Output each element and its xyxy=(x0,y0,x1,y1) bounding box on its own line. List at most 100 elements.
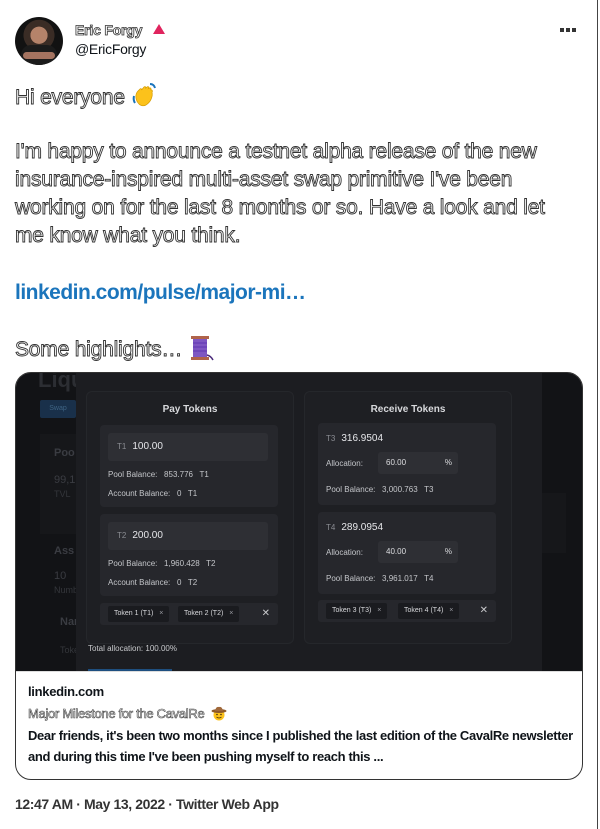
swap-modal: Pay Tokens T1 100.00 Pool Balance: 853.77… xyxy=(76,373,542,671)
link-preview-card[interactable]: Liqu Swap Poo 99,1 TVL Ass 10 Numb Nar T… xyxy=(15,372,583,780)
chip-label: Token 4 (T4) xyxy=(404,607,444,614)
token-tag: T4 xyxy=(326,523,336,532)
account-balance-value: 0 xyxy=(176,489,182,498)
receive-token-t4: T4 289.0954 Allocation: 40.00% Pool Balan… xyxy=(318,512,496,594)
pool-balance-value: 3,961.017 xyxy=(382,574,418,583)
receive-token-selector[interactable]: Token 3 (T3) × Token 4 (T4) × ✕ xyxy=(318,600,496,622)
total-allocation: Total allocation: 100.00% xyxy=(88,644,177,653)
pay-token-selector[interactable]: Token 1 (T1) × Token 2 (T2) × ✕ xyxy=(100,603,278,625)
pay-amount-input-t2[interactable]: T2 200.00 xyxy=(108,522,268,550)
account-balance-label: Account Balance: xyxy=(108,578,171,587)
allocation-input-t3[interactable]: 60.00% xyxy=(378,452,458,474)
avatar[interactable] xyxy=(15,17,63,65)
pool-balance-unit: T4 xyxy=(424,574,434,583)
pool-balance-unit: T3 xyxy=(424,485,434,494)
more-dot-icon xyxy=(572,28,576,32)
token-tag: T1 xyxy=(117,442,127,451)
clear-selection-icon[interactable]: ✕ xyxy=(480,603,488,619)
chip-label: Token 3 (T3) xyxy=(332,607,372,614)
avatar-arms xyxy=(23,52,55,59)
tweet-greeting: Hi everyone xyxy=(15,82,575,112)
red-triangle-icon xyxy=(153,24,165,34)
pay-token-t2: T2 200.00 Pool Balance: 1,960.428 T2 Acco… xyxy=(100,514,278,596)
tweet-highlights: Some highlights… xyxy=(15,334,575,364)
allocation-input-t4[interactable]: 40.00% xyxy=(378,541,458,563)
pool-balance-label: Pool Balance: xyxy=(326,485,376,494)
allocation-value: 40.00 xyxy=(386,547,407,556)
thread-spool-icon xyxy=(190,336,214,361)
card-media-screenshot: Liqu Swap Poo 99,1 TVL Ass 10 Numb Nar T… xyxy=(16,373,582,671)
more-dot-icon xyxy=(560,28,564,32)
allocation-label: Allocation: xyxy=(326,548,363,557)
account-balance-unit: T1 xyxy=(187,489,198,498)
pool-balance-value: 853.776 xyxy=(164,470,193,479)
bg-tvl-label: TVL xyxy=(54,489,71,499)
pool-balance-label: Pool Balance: xyxy=(108,559,158,568)
bg-pool-value: 99,1 xyxy=(54,474,76,486)
pool-balance-value: 1,960.428 xyxy=(164,559,200,568)
clear-selection-icon[interactable]: ✕ xyxy=(262,606,270,622)
pool-balance-row: Pool Balance: 1,960.428 T2 xyxy=(108,559,216,568)
percent-sign: % xyxy=(444,458,452,467)
chip-remove-icon[interactable]: × xyxy=(377,607,381,614)
account-balance-row: Account Balance: 0 T1 xyxy=(108,489,197,498)
pool-balance-value: 3,000.763 xyxy=(382,485,418,494)
pool-balance-label: Pool Balance: xyxy=(326,574,376,583)
pay-tokens-panel: Pay Tokens T1 100.00 Pool Balance: 853.77… xyxy=(86,391,294,644)
amount-value: 289.0954 xyxy=(341,522,384,533)
receive-tokens-title: Receive Tokens xyxy=(370,404,446,415)
receive-token-t3: T3 316.9504 Allocation: 60.00% Pool Balan… xyxy=(318,423,496,505)
card-domain: linkedin.com xyxy=(28,684,104,699)
receive-amount-t3: T3 316.9504 xyxy=(326,433,383,444)
pool-balance-row: Pool Balance: 853.776 T1 xyxy=(108,470,209,479)
account-balance-row: Account Balance: 0 T2 xyxy=(108,578,197,587)
token-chip[interactable]: Token 1 (T1) × xyxy=(108,606,170,622)
chip-remove-icon[interactable]: × xyxy=(449,607,453,614)
author-display-name[interactable]: Eric Forgy xyxy=(75,22,143,39)
pay-amount-input-t1[interactable]: T1 100.00 xyxy=(108,433,268,461)
amount-value: 100.00 xyxy=(132,441,163,452)
allocation-label: Allocation: xyxy=(326,459,363,468)
card-title: Major Milestone for the CavalRe xyxy=(28,705,227,721)
bg-assets-label: Ass xyxy=(54,545,75,557)
chip-label: Token 2 (T2) xyxy=(184,610,224,617)
tweet-link[interactable]: linkedin.com/pulse/major-mi… xyxy=(15,279,306,307)
account-balance-value: 0 xyxy=(176,578,182,587)
bg-number-label: Numb xyxy=(54,585,79,595)
token-chip[interactable]: Token 3 (T3) × xyxy=(326,603,388,619)
bg-assets-value: 10 xyxy=(54,570,67,582)
amount-value: 316.9504 xyxy=(341,433,384,444)
percent-sign: % xyxy=(444,547,452,556)
more-options-button[interactable] xyxy=(560,26,582,34)
account-balance-label: Account Balance: xyxy=(108,489,171,498)
pool-balance-row: Pool Balance: 3,000.763 T3 xyxy=(326,485,434,494)
receive-amount-t4: T4 289.0954 xyxy=(326,522,383,533)
tweet-timestamp[interactable]: 12:47 AM · May 13, 2022 · Twitter Web Ap… xyxy=(15,796,279,812)
author-handle[interactable]: @EricForgy xyxy=(75,41,146,57)
highlights-text: Some highlights… xyxy=(15,338,183,362)
token-tag: T3 xyxy=(326,434,336,443)
amount-value: 200.00 xyxy=(132,530,163,541)
chip-label: Token 1 (T1) xyxy=(114,610,154,617)
more-dot-icon xyxy=(566,28,570,32)
pool-balance-unit: T2 xyxy=(206,559,216,568)
card-meta[interactable]: linkedin.com Major Milestone for the Cav… xyxy=(16,671,582,779)
receive-tokens-panel: Receive Tokens T3 316.9504 Allocation: 60… xyxy=(304,391,512,644)
pool-balance-unit: T1 xyxy=(199,470,209,479)
greeting-text: Hi everyone xyxy=(15,86,126,110)
account-balance-unit: T2 xyxy=(187,578,198,587)
token-chip[interactable]: Token 4 (T4) × xyxy=(398,603,460,619)
chip-remove-icon[interactable]: × xyxy=(159,610,163,617)
cowboy-face-icon xyxy=(211,706,227,721)
pool-balance-label: Pool Balance: xyxy=(108,470,158,479)
card-description: Dear friends, it's been two months since… xyxy=(28,728,573,764)
frame-edge xyxy=(597,0,598,829)
bg-swap-button: Swap xyxy=(40,400,76,418)
token-chip[interactable]: Token 2 (T2) × xyxy=(178,606,240,622)
chip-remove-icon[interactable]: × xyxy=(229,610,233,617)
tweet-body: I'm happy to announce a testnet alpha re… xyxy=(15,140,546,248)
waving-hand-icon xyxy=(132,83,156,107)
pay-token-t1: T1 100.00 Pool Balance: 853.776 T1 Accoun… xyxy=(100,425,278,507)
allocation-value: 60.00 xyxy=(386,458,407,467)
bg-pool-label: Poo xyxy=(54,447,75,459)
